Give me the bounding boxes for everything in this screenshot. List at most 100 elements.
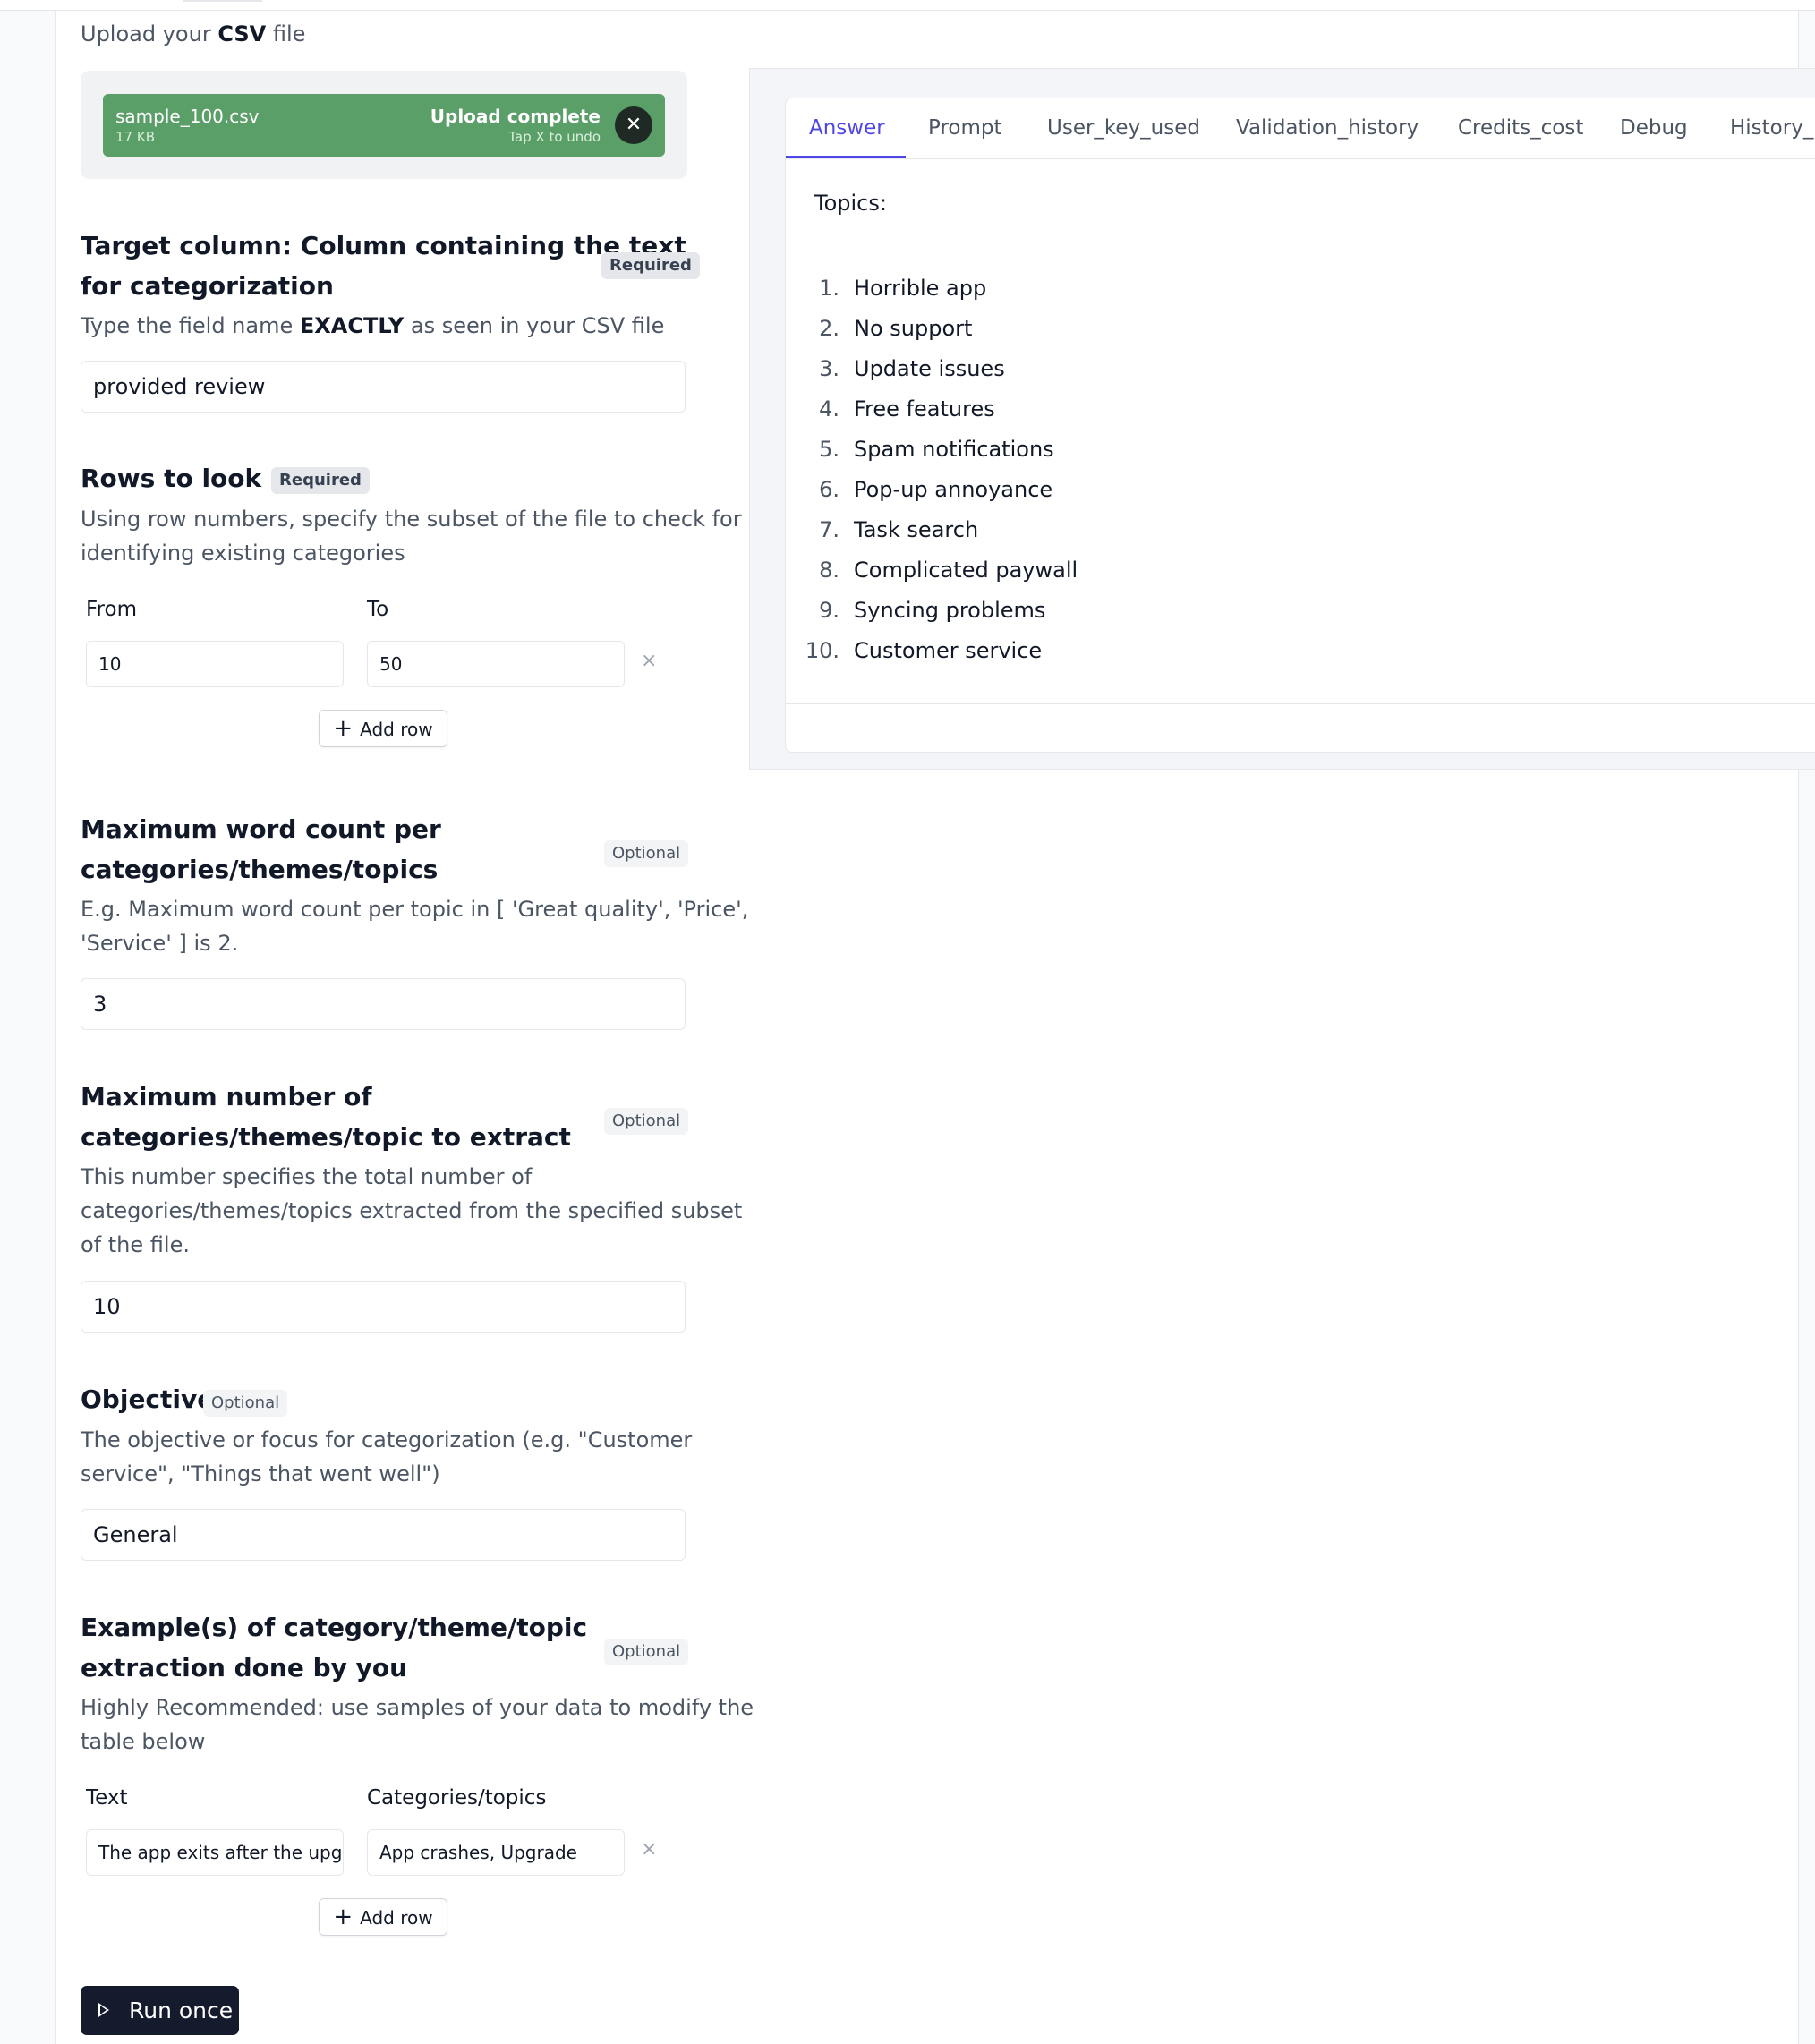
topic-text: Syncing problems xyxy=(854,598,1046,623)
optional-badge: Optional xyxy=(203,1390,288,1417)
max-words-label-line2: categories/themes/topics xyxy=(81,855,439,884)
plus-icon: + xyxy=(333,715,354,742)
required-badge: Required xyxy=(601,252,700,279)
target-column-hint-suffix: as seen in your CSV file xyxy=(410,313,665,338)
uploaded-file-size: 17 KB xyxy=(115,129,155,145)
max-categories-hint-line2: categories/themes/topics extracted from … xyxy=(81,1198,743,1223)
plus-icon: + xyxy=(333,1903,354,1930)
topic-text: Update issues xyxy=(854,356,1005,381)
list-item: 10. Customer service xyxy=(804,631,1078,671)
upload-status-bar: sample_100.csv 17 KB Upload complete Tap… xyxy=(103,94,665,157)
list-number: 4. xyxy=(819,396,839,422)
remove-row-icon[interactable]: × xyxy=(641,650,657,672)
objective-hint-line2: service", "Things that went well") xyxy=(81,1461,440,1486)
list-item: 8. Complicated paywall xyxy=(804,550,1078,591)
target-column-label-line1: Target column: Column containing the tex… xyxy=(81,231,686,260)
topics-list: 1. Horrible app 2. No support 3. Update iss… xyxy=(804,268,1078,671)
topic-text: Task search xyxy=(854,517,979,542)
optional-badge: Optional xyxy=(604,1108,689,1135)
required-badge: Required xyxy=(271,467,370,494)
examples-add-row-button[interactable]: + Add row xyxy=(319,1898,447,1936)
topic-text: Horrible app xyxy=(854,276,987,301)
max-words-input[interactable]: 3 xyxy=(81,978,686,1030)
topic-text: Complicated paywall xyxy=(854,558,1078,583)
list-item: 3. Update issues xyxy=(804,349,1078,389)
upload-title: Upload your CSV file xyxy=(81,21,305,47)
tab-answer[interactable]: Answer xyxy=(809,116,885,140)
remove-row-icon[interactable]: × xyxy=(641,1838,657,1861)
list-item: 4. Free features xyxy=(804,389,1078,430)
list-item: 9. Syncing problems xyxy=(804,591,1078,631)
max-categories-input[interactable]: 10 xyxy=(81,1281,686,1333)
rows-add-row-button[interactable]: + Add row xyxy=(319,710,447,747)
max-words-hint-line1: E.g. Maximum word count per topic in [ '… xyxy=(81,897,749,922)
examples-text-input[interactable]: The app exits after the upgrade xyxy=(86,1829,344,1876)
output-tabs: Answer Prompt User_key_used Validation_h… xyxy=(786,98,1815,159)
tab-prompt[interactable]: Prompt xyxy=(928,116,1002,140)
run-once-label: Run once xyxy=(129,1997,234,2023)
tab-history[interactable]: History_i xyxy=(1730,116,1815,140)
max-categories-label-line2: categories/themes/topic to extract xyxy=(81,1122,571,1152)
objective-label: Objective xyxy=(81,1384,215,1414)
topic-text: Pop-up annoyance xyxy=(854,477,1053,502)
list-number: 6. xyxy=(819,477,839,502)
list-number: 1. xyxy=(819,276,839,301)
upload-title-bold: CSV xyxy=(217,21,267,47)
target-column-input[interactable]: provided review xyxy=(81,361,686,413)
output-panel: Answer Prompt User_key_used Validation_h… xyxy=(749,68,1815,770)
upload-undo-hint: Tap X to undo xyxy=(508,129,601,145)
topic-text: Customer service xyxy=(854,638,1043,663)
rows-hint-line2: identifying existing categories xyxy=(81,541,405,566)
top-stub xyxy=(183,0,262,2)
rows-col-from: From xyxy=(86,598,137,621)
upload-title-prefix: Upload your xyxy=(81,21,211,47)
optional-badge: Optional xyxy=(604,1639,689,1665)
max-categories-hint-line1: This number specifies the total number o… xyxy=(81,1164,533,1189)
run-once-button[interactable]: Run once xyxy=(81,1986,239,2035)
max-words-label-line1: Maximum word count per xyxy=(81,814,441,844)
play-icon xyxy=(98,2003,109,2017)
tab-validation-history[interactable]: Validation_history xyxy=(1236,116,1419,140)
list-number: 7. xyxy=(819,517,839,542)
list-number: 8. xyxy=(819,558,839,583)
max-categories-hint-line3: of the file. xyxy=(81,1232,190,1257)
rows-label: Rows to look at xyxy=(81,464,300,493)
list-number: 9. xyxy=(819,598,839,623)
tab-user-key-used[interactable]: User_key_used xyxy=(1047,116,1200,140)
examples-hint-line2: table below xyxy=(81,1729,206,1754)
target-column-hint-bold: EXACTLY xyxy=(299,313,405,338)
topic-text: Spam notifications xyxy=(854,437,1054,462)
target-column-label-line2: for categorization xyxy=(81,271,334,301)
objective-input[interactable]: General xyxy=(81,1509,686,1561)
list-item: 7. Task search xyxy=(804,510,1078,550)
add-row-label: Add row xyxy=(360,719,433,740)
list-item: 6. Pop-up annoyance xyxy=(804,470,1078,510)
examples-col-text: Text xyxy=(86,1786,128,1810)
examples-label-line1: Example(s) of category/theme/topic xyxy=(81,1613,588,1642)
rows-from-input[interactable]: 10 xyxy=(86,641,344,687)
max-categories-label-line1: Maximum number of xyxy=(81,1082,372,1111)
close-icon[interactable]: ✕ xyxy=(615,106,652,144)
objective-hint-line1: The objective or focus for categorizatio… xyxy=(81,1427,693,1452)
examples-label-line2: extraction done by you xyxy=(81,1653,408,1682)
uploaded-file-name: sample_100.csv xyxy=(115,106,260,127)
list-item: 5. Spam notifications xyxy=(804,430,1078,470)
rows-to-input[interactable]: 50 xyxy=(367,641,625,687)
list-item: 1. Horrible app xyxy=(804,268,1078,309)
upload-title-suffix: file xyxy=(272,21,306,47)
examples-categories-input[interactable]: App crashes, Upgrade xyxy=(367,1829,625,1876)
topic-text: No support xyxy=(854,316,973,341)
tab-credits-cost[interactable]: Credits_cost xyxy=(1458,116,1583,140)
target-column-hint-prefix: Type the field name xyxy=(81,313,294,338)
list-number: 10. xyxy=(805,638,839,663)
list-number: 5. xyxy=(819,437,839,462)
topic-text: Free features xyxy=(854,396,995,422)
output-footer-divider xyxy=(786,703,1815,704)
topics-label: Topics: xyxy=(814,191,887,216)
rows-col-to: To xyxy=(367,598,389,621)
target-column-hint: Type the field name EXACTLY as seen in y… xyxy=(81,309,664,343)
tab-debug[interactable]: Debug xyxy=(1620,116,1688,140)
active-tab-indicator xyxy=(786,156,906,158)
upload-dropzone[interactable]: sample_100.csv 17 KB Upload complete Tap… xyxy=(81,71,687,179)
list-number: 3. xyxy=(819,356,839,381)
